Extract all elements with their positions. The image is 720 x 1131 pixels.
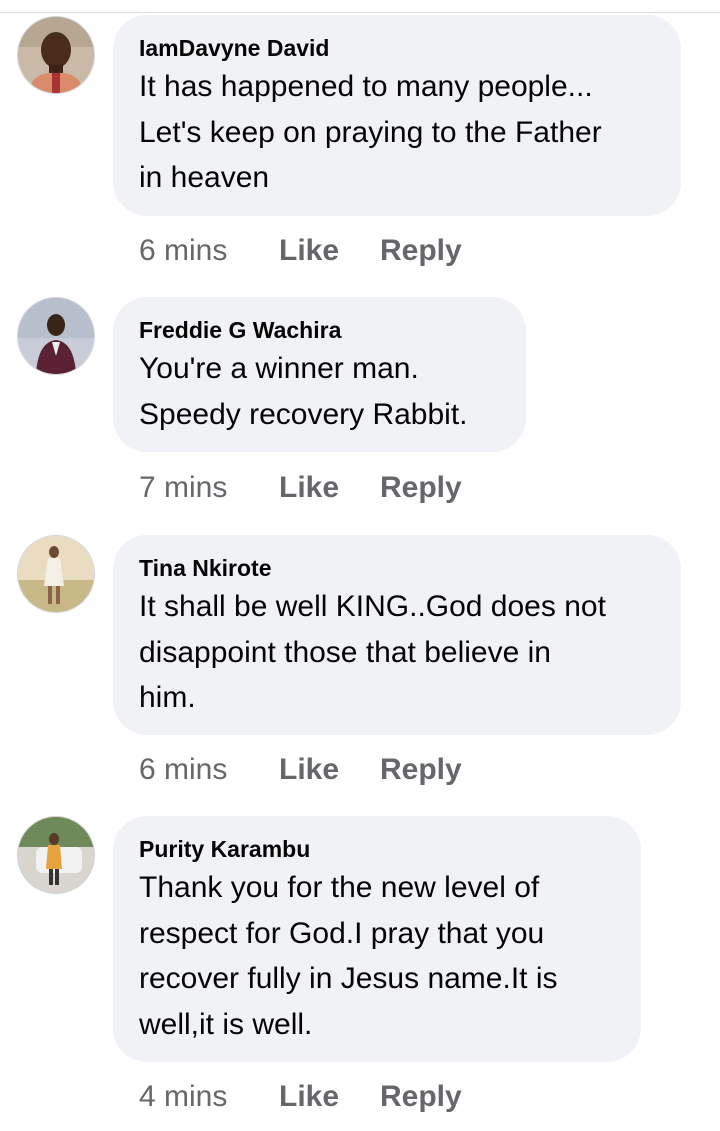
avatar[interactable]	[17, 535, 95, 613]
like-button[interactable]: Like	[279, 750, 380, 790]
reply-button[interactable]: Reply	[380, 468, 462, 508]
comment-text-line: well,it is well.	[139, 1007, 313, 1041]
comment-text-line: recover fully in Jesus name.It is	[139, 962, 558, 995]
comment-actions: 6 mins Like Reply	[139, 750, 462, 790]
top-divider	[0, 12, 720, 13]
comment-text-line: in heaven	[139, 161, 270, 194]
comment-text-line: Thank you for the new level of	[139, 871, 540, 904]
comment-bubble: Purity Karambu Thank you for the new lev…	[113, 816, 641, 1062]
like-button[interactable]: Like	[279, 468, 380, 508]
comment-timestamp[interactable]: 7 mins	[139, 468, 279, 508]
comment-text-line: disappoint those that believe in	[139, 635, 551, 669]
comment-text-line: It shall be well KING..God does not	[139, 590, 606, 623]
reply-button[interactable]: Reply	[380, 231, 462, 271]
comment-author[interactable]: Purity Karambu	[139, 835, 615, 863]
comment-text-line: It has happened to many people...	[139, 70, 593, 103]
comment-bubble: Tina Nkirote It shall be well KING..God …	[113, 535, 681, 735]
comment-text-line: You're a winner man.	[139, 352, 419, 385]
comment-bubble: Freddie G Wachira You're a winner man. S…	[113, 297, 526, 452]
reply-button[interactable]: Reply	[380, 750, 462, 790]
comment-author[interactable]: Tina Nkirote	[139, 554, 655, 582]
like-button[interactable]: Like	[279, 231, 380, 271]
comment-author[interactable]: IamDavyne David	[139, 34, 655, 62]
comment-text-line: respect for God.I pray that you	[139, 916, 545, 950]
comment-author[interactable]: Freddie G Wachira	[139, 316, 500, 344]
comment-timestamp[interactable]: 6 mins	[139, 231, 279, 271]
comment-actions: 7 mins Like Reply	[139, 468, 462, 508]
avatar[interactable]	[17, 16, 95, 94]
comment-actions: 6 mins Like Reply	[139, 231, 462, 271]
comment-timestamp[interactable]: 4 mins	[139, 1077, 279, 1117]
comment-text-line: Let's keep on praying to the Father	[139, 115, 602, 149]
like-button[interactable]: Like	[279, 1077, 380, 1117]
avatar[interactable]	[17, 816, 95, 894]
comment-bubble: IamDavyne David It has happened to many …	[113, 15, 681, 216]
reply-button[interactable]: Reply	[380, 1077, 462, 1117]
comment-actions: 4 mins Like Reply	[139, 1077, 462, 1117]
comment-text-line: Speedy recovery Rabbit.	[139, 397, 468, 431]
comment-text-line: him.	[139, 681, 196, 714]
avatar[interactable]	[17, 297, 95, 375]
comment-timestamp[interactable]: 6 mins	[139, 750, 279, 790]
